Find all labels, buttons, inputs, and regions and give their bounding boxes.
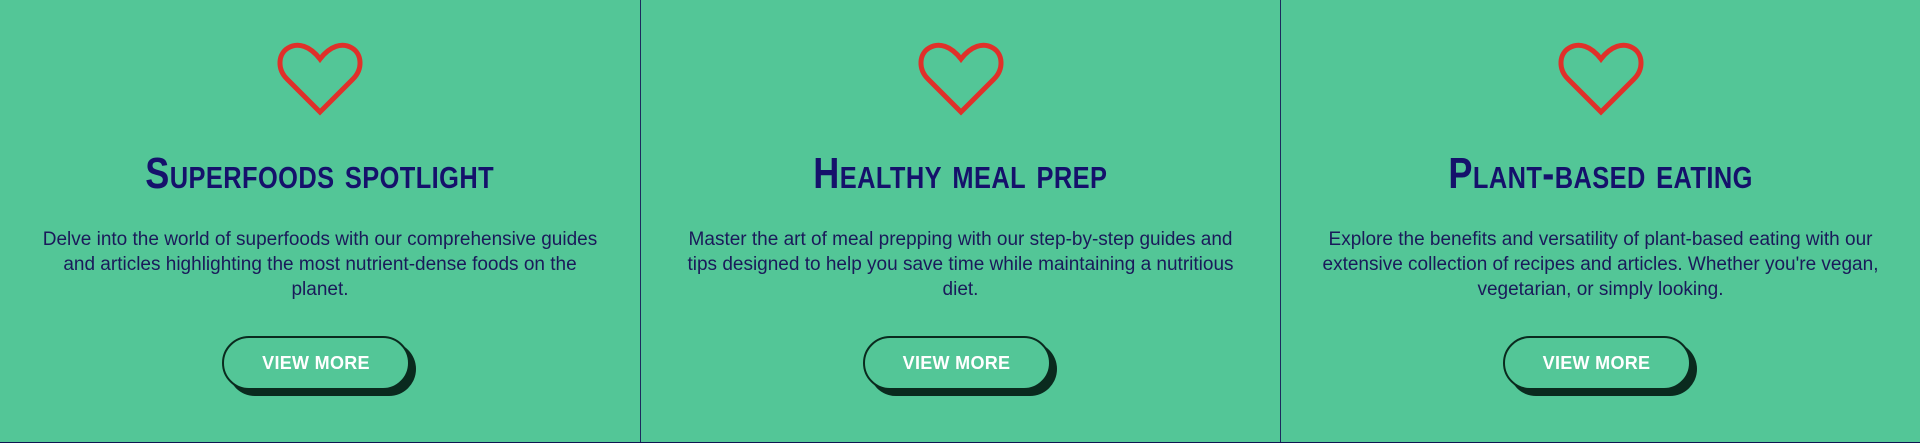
view-more-button[interactable]: VIEW MORE: [222, 336, 410, 390]
card-title: Plant-based eating: [1448, 149, 1753, 198]
feature-card-plant-based: Plant-based eating Explore the benefits …: [1280, 0, 1920, 442]
view-more-button-wrapper: VIEW MORE: [862, 336, 1059, 396]
heart-icon: [1558, 40, 1644, 118]
heart-icon: [918, 40, 1004, 118]
feature-card-meal-prep: Healthy meal prep Master the art of meal…: [640, 0, 1280, 442]
view-more-button-wrapper: VIEW MORE: [1502, 336, 1699, 396]
card-description: Delve into the world of superfoods with …: [42, 229, 598, 300]
card-description: Master the art of meal prepping with our…: [687, 229, 1234, 300]
feature-card-superfoods: Superfoods spotlight Delve into the worl…: [0, 0, 640, 442]
card-title: Superfoods spotlight: [145, 149, 495, 198]
heart-icon: [277, 40, 363, 118]
view-more-button[interactable]: VIEW MORE: [1502, 336, 1691, 390]
feature-cards-row: Superfoods spotlight Delve into the worl…: [0, 0, 1920, 443]
view-more-button-wrapper: VIEW MORE: [222, 336, 418, 396]
card-title: Healthy meal prep: [813, 149, 1108, 198]
view-more-button[interactable]: VIEW MORE: [862, 336, 1051, 390]
card-description: Explore the benefits and versatility of …: [1322, 229, 1879, 300]
